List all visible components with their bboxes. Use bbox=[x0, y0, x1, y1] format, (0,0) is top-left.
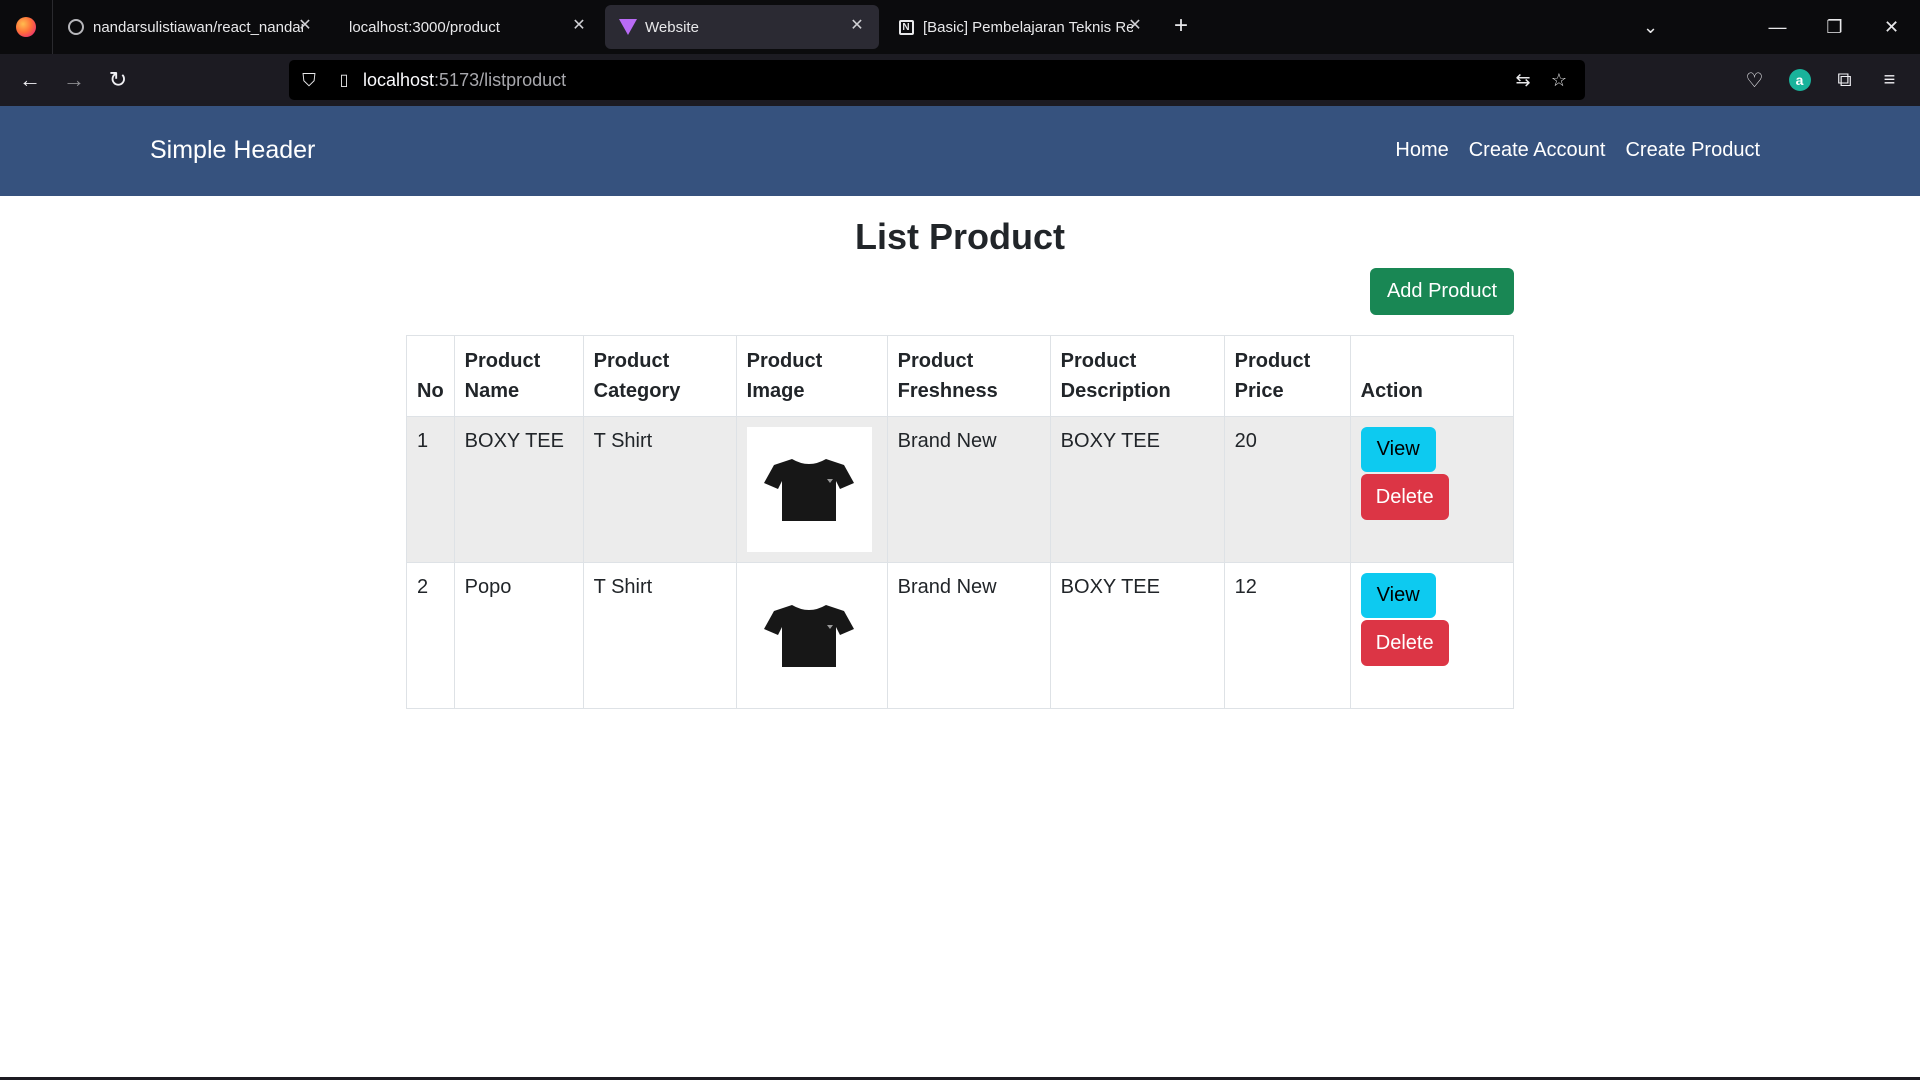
restore-icon[interactable]: ❐ bbox=[1806, 0, 1863, 54]
window-close-icon[interactable]: ✕ bbox=[1863, 0, 1920, 54]
cell-freshness: Brand New bbox=[886, 416, 1051, 563]
cell-no: 1 bbox=[406, 416, 455, 563]
cell-description: BOXY TEE bbox=[1049, 562, 1225, 709]
table-row: 1 BOXY TEE T Shirt Brand New BOXY TEE 20 bbox=[406, 416, 1515, 563]
browser-navigation-bar: ← → ↻ ⛉ ▯ localhost:5173/listproduct ⇆ ☆… bbox=[0, 54, 1920, 106]
cell-category: T Shirt bbox=[582, 562, 737, 709]
url-path: :5173/listproduct bbox=[434, 69, 567, 90]
column-header: Product Image bbox=[735, 335, 888, 417]
cell-name: BOXY TEE bbox=[453, 416, 584, 563]
cell-action: View Delete bbox=[1349, 562, 1515, 709]
reload-icon[interactable]: ↻ bbox=[96, 58, 140, 102]
column-header: Product Freshness bbox=[886, 335, 1051, 417]
notion-icon: N bbox=[897, 18, 915, 36]
delete-button[interactable]: Delete bbox=[1360, 474, 1449, 520]
tshirt-icon bbox=[764, 458, 855, 521]
nav-link-create-account[interactable]: Create Account bbox=[1469, 139, 1606, 162]
product-image bbox=[746, 573, 872, 698]
close-icon[interactable]: ✕ bbox=[847, 16, 867, 36]
table-header-row: No Product Name Product Category Product… bbox=[406, 335, 1515, 417]
minimize-icon[interactable]: — bbox=[1749, 0, 1806, 54]
view-button[interactable]: View bbox=[1360, 573, 1436, 618]
column-header: Product Name bbox=[453, 335, 584, 417]
product-table: No Product Name Product Category Product… bbox=[406, 335, 1515, 709]
cell-price: 12 bbox=[1223, 562, 1351, 709]
nav-link-create-product[interactable]: Create Product bbox=[1625, 139, 1760, 162]
add-product-button[interactable]: Add Product bbox=[1370, 268, 1514, 315]
shield-icon[interactable]: ⛉ bbox=[289, 70, 329, 91]
page-icon[interactable]: ▯ bbox=[329, 70, 359, 90]
tab-github[interactable]: nandarsulistiawan/react_nandar ✕ bbox=[53, 5, 327, 49]
product-image bbox=[746, 427, 872, 552]
account-avatar-icon[interactable]: a bbox=[1777, 58, 1822, 102]
cell-description: BOXY TEE bbox=[1049, 416, 1225, 563]
page-content: Simple Header Home Create Account Create… bbox=[0, 106, 1920, 1080]
cell-no: 2 bbox=[406, 562, 455, 709]
address-bar[interactable]: ⛉ ▯ localhost:5173/listproduct ⇆ ☆ bbox=[289, 60, 1585, 100]
close-icon[interactable]: ✕ bbox=[569, 16, 589, 36]
column-header: Action bbox=[1349, 335, 1515, 417]
delete-button[interactable]: Delete bbox=[1360, 620, 1449, 666]
tab-title: [Basic] Pembelajaran Teknis Rea bbox=[923, 18, 1133, 36]
column-header: No bbox=[406, 335, 455, 417]
close-icon[interactable]: ✕ bbox=[1125, 16, 1145, 36]
column-header: Product Description bbox=[1049, 335, 1225, 417]
tab-title: localhost:3000/product bbox=[349, 18, 500, 36]
site-brand[interactable]: Simple Header bbox=[150, 136, 315, 165]
tab-notion[interactable]: N [Basic] Pembelajaran Teknis Rea ✕ bbox=[883, 5, 1157, 49]
back-arrow-icon[interactable]: ← bbox=[8, 58, 52, 102]
forward-arrow-icon[interactable]: → bbox=[52, 58, 96, 102]
close-icon[interactable]: ✕ bbox=[295, 16, 315, 36]
cell-name: Popo bbox=[453, 562, 584, 709]
cell-price: 20 bbox=[1223, 416, 1351, 563]
vite-icon bbox=[619, 18, 637, 36]
cell-category: T Shirt bbox=[582, 416, 737, 563]
translate-icon[interactable]: ⇆ bbox=[1505, 70, 1541, 91]
github-icon bbox=[67, 18, 85, 36]
column-header: Product Price bbox=[1223, 335, 1351, 417]
bookmark-star-icon[interactable]: ☆ bbox=[1541, 70, 1577, 91]
table-row: 2 Popo T Shirt Brand New BOXY TEE 12 Vie… bbox=[406, 562, 1515, 709]
pocket-icon[interactable]: ♡ bbox=[1732, 58, 1777, 102]
extensions-icon[interactable]: ⧉ bbox=[1822, 58, 1867, 102]
cell-action: View Delete bbox=[1349, 416, 1515, 563]
new-tab-button[interactable]: + bbox=[1163, 9, 1199, 45]
site-header: Simple Header Home Create Account Create… bbox=[0, 106, 1920, 196]
tab-title: Website bbox=[645, 18, 699, 36]
tab-website[interactable]: Website ✕ bbox=[605, 5, 879, 49]
cell-image bbox=[735, 416, 888, 563]
site-nav: Home Create Account Create Product bbox=[1375, 139, 1760, 162]
tab-list-chevron-icon[interactable]: ⌄ bbox=[1622, 0, 1679, 54]
column-header: Product Category bbox=[582, 335, 737, 417]
url-text[interactable]: localhost:5173/listproduct bbox=[363, 70, 566, 91]
url-host: localhost bbox=[363, 69, 435, 90]
tab-title: nandarsulistiawan/react_nandar bbox=[93, 18, 303, 36]
tshirt-icon bbox=[764, 604, 855, 667]
cell-image bbox=[735, 562, 888, 709]
tab-localhost-3000[interactable]: localhost:3000/product ✕ bbox=[327, 5, 601, 49]
browser-tab-bar: nandarsulistiawan/react_nandar ✕ localho… bbox=[0, 0, 1920, 54]
page-title: List Product bbox=[854, 216, 1065, 257]
menu-hamburger-icon[interactable]: ≡ bbox=[1867, 58, 1912, 102]
cell-freshness: Brand New bbox=[886, 562, 1051, 709]
firefox-menu-icon[interactable] bbox=[0, 0, 53, 54]
view-button[interactable]: View bbox=[1360, 427, 1436, 472]
nav-link-home[interactable]: Home bbox=[1395, 139, 1448, 162]
